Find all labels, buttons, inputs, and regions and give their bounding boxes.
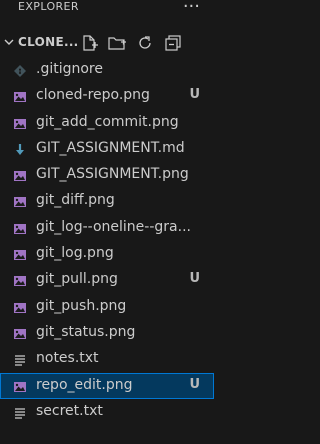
chevron-down-icon[interactable] bbox=[4, 37, 14, 47]
image-icon bbox=[13, 194, 27, 208]
file-row[interactable]: repo_edit.png U bbox=[0, 372, 214, 399]
text-file-icon bbox=[13, 405, 27, 419]
image-icon bbox=[13, 89, 27, 103]
explorer-header: EXPLORER ··· bbox=[0, 0, 214, 28]
file-row[interactable]: GIT_ASSIGNMENT.md bbox=[0, 136, 214, 162]
explorer-title: EXPLORER bbox=[18, 0, 79, 13]
image-icon bbox=[13, 300, 27, 314]
image-icon bbox=[13, 379, 27, 393]
folder-name: CLONE... bbox=[18, 35, 79, 49]
gitignore-icon bbox=[13, 63, 27, 77]
file-row[interactable]: git_push.png bbox=[0, 294, 214, 320]
markdown-icon bbox=[13, 142, 27, 156]
image-icon bbox=[13, 326, 27, 340]
file-row[interactable]: git_status.png bbox=[0, 320, 214, 346]
collapse-all-icon[interactable] bbox=[163, 33, 183, 53]
image-icon bbox=[13, 168, 27, 182]
file-list: .gitignore cloned-repo.png Ugit_add_commit… bbox=[0, 57, 214, 425]
new-folder-icon[interactable] bbox=[107, 33, 127, 53]
file-name: GIT_ASSIGNMENT.md bbox=[36, 139, 185, 156]
more-actions-icon[interactable]: ··· bbox=[183, 0, 200, 17]
file-name: secret.txt bbox=[36, 402, 103, 419]
git-status-badge: U bbox=[189, 271, 200, 287]
file-name: git_diff.png bbox=[36, 192, 115, 209]
refresh-icon[interactable] bbox=[135, 33, 155, 53]
image-icon bbox=[13, 247, 27, 261]
image-icon bbox=[13, 273, 27, 287]
file-row[interactable]: git_pull.png U bbox=[0, 267, 214, 293]
text-file-icon bbox=[13, 352, 27, 366]
file-name: git_push.png bbox=[36, 297, 127, 314]
file-row[interactable]: notes.txt bbox=[0, 346, 214, 372]
file-name: git_pull.png bbox=[36, 271, 118, 288]
file-row[interactable]: git_add_commit.png bbox=[0, 110, 214, 136]
file-name: git_log--oneline--gra... bbox=[36, 218, 191, 235]
file-name: GIT_ASSIGNMENT.png bbox=[36, 166, 189, 183]
file-name: cloned-repo.png bbox=[36, 87, 150, 104]
file-name: git_add_commit.png bbox=[36, 113, 179, 130]
explorer-panel: EXPLORER ··· CLONE... .gitignore cloned-… bbox=[0, 0, 214, 444]
git-status-badge: U bbox=[189, 87, 200, 103]
file-name: git_log.png bbox=[36, 245, 114, 262]
file-row[interactable]: git_diff.png bbox=[0, 188, 214, 214]
file-name: notes.txt bbox=[36, 350, 99, 367]
git-status-badge: U bbox=[189, 376, 200, 392]
file-name: .gitignore bbox=[36, 61, 103, 77]
file-row[interactable]: GIT_ASSIGNMENT.png bbox=[0, 162, 214, 188]
file-row[interactable]: secret.txt bbox=[0, 399, 214, 425]
image-icon bbox=[13, 116, 27, 130]
file-row[interactable]: git_log.png bbox=[0, 241, 214, 267]
folder-section-header[interactable]: CLONE... bbox=[0, 31, 214, 55]
image-icon bbox=[13, 221, 27, 235]
file-row[interactable]: git_log--oneline--gra... bbox=[0, 215, 214, 241]
file-row[interactable]: cloned-repo.png U bbox=[0, 83, 214, 109]
new-file-icon[interactable] bbox=[79, 33, 99, 53]
file-name: repo_edit.png bbox=[36, 376, 133, 393]
file-name: git_status.png bbox=[36, 323, 136, 340]
file-row[interactable]: .gitignore bbox=[0, 57, 214, 83]
